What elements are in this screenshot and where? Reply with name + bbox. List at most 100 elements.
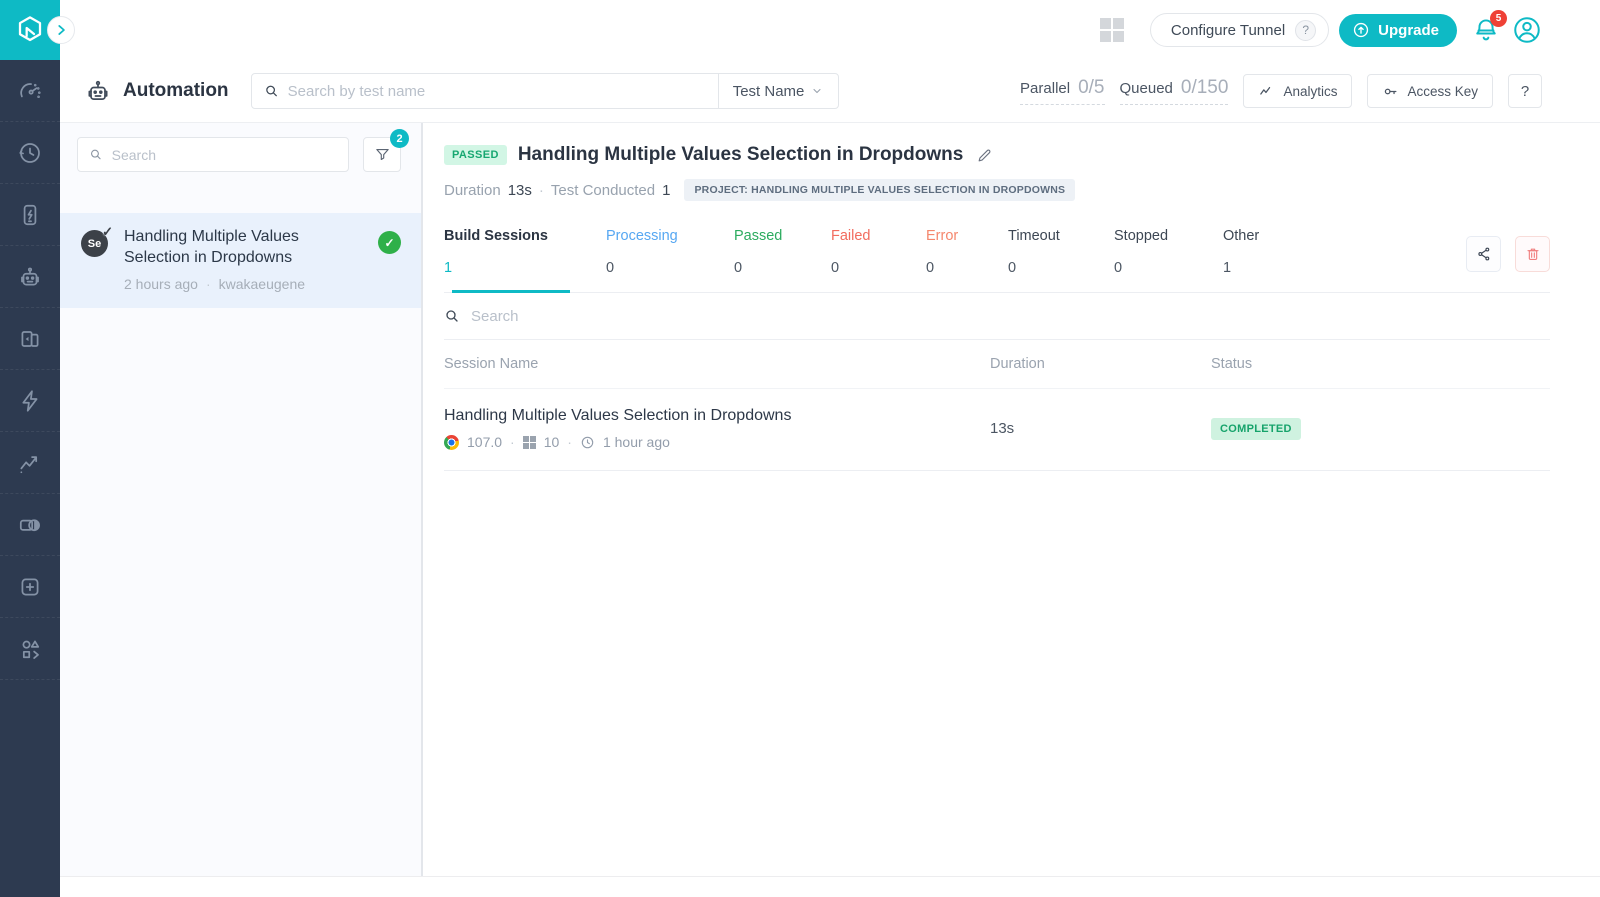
parallel-label: Parallel (1020, 80, 1071, 97)
sidebar-item-hyperexecute[interactable] (0, 370, 60, 432)
session-meta: 107.0 · 10 · 1 hour ago (444, 434, 990, 450)
sessions-tabs: Build Sessions 1 Processing 0 Passed 0 F… (444, 228, 1550, 293)
tunnel-help-icon[interactable]: ? (1295, 19, 1317, 41)
build-detail: PASSED Handling Multiple Values Selectio… (423, 123, 1600, 877)
visual-testing-icon (19, 518, 40, 531)
test-search-input[interactable] (287, 82, 706, 100)
tab-count: 0 (1008, 260, 1017, 276)
notifications-button[interactable]: 5 (1472, 10, 1507, 44)
access-key-button[interactable]: Access Key (1367, 74, 1493, 108)
tab-other[interactable]: Other 1 (1223, 228, 1283, 292)
sidebar-expand-button[interactable] (47, 16, 75, 44)
tests-search-field[interactable] (77, 137, 349, 172)
delete-build-button[interactable] (1515, 236, 1550, 272)
tab-label: Build Sessions (444, 228, 548, 244)
tab-label: Stopped (1114, 228, 1169, 244)
sidebar-item-realtime[interactable] (0, 122, 60, 184)
hyperexecute-bolt-icon (22, 389, 38, 412)
build-actions (1466, 236, 1550, 272)
chevron-right-icon (58, 25, 65, 35)
sidebar-item-visual[interactable] (0, 494, 60, 556)
help-button[interactable]: ? (1508, 74, 1542, 108)
tab-passed[interactable]: Passed 0 (734, 228, 831, 292)
sidebar-item-insights[interactable] (0, 432, 60, 494)
automation-dashboard: Configure Tunnel ? Upgrade 5 Automation … (0, 0, 1600, 897)
duration-value: 13s (507, 181, 532, 199)
sidebar-item-dashboard[interactable] (0, 60, 60, 122)
avatar-icon (1514, 17, 1540, 43)
search-icon (446, 310, 458, 322)
page-title: Automation (123, 80, 229, 101)
tab-label: Other (1223, 228, 1260, 244)
search-filter-dropdown[interactable]: Test Name (717, 74, 838, 108)
clock-icon (581, 436, 594, 448)
test-list-item-selected[interactable]: Se ✓ Handling Multiple Values Selection … (60, 213, 421, 308)
sessions-search-input[interactable] (471, 307, 1550, 325)
tab-error[interactable]: Error 0 (926, 228, 1008, 292)
search-filter-value: Test Name (732, 82, 805, 100)
trash-icon (1526, 248, 1539, 261)
configure-tunnel-button[interactable]: Configure Tunnel ? (1149, 13, 1330, 47)
tab-processing[interactable]: Processing 0 (606, 228, 734, 292)
tab-count: 0 (606, 260, 615, 276)
sidebar-item-responsive[interactable] (0, 308, 60, 370)
edit-title-button[interactable] (976, 147, 993, 164)
queued-value: 0/150 (1180, 77, 1229, 98)
session-time: 1 hour ago (602, 434, 670, 450)
tab-failed[interactable]: Failed 0 (831, 228, 926, 292)
top-bar: Configure Tunnel ? Upgrade 5 (60, 0, 1600, 60)
sidebar-item-app-testing[interactable] (0, 184, 60, 246)
session-status-cell: COMPLETED (1211, 417, 1550, 440)
tab-label: Passed (734, 228, 783, 244)
filter-count-badge: 2 (390, 129, 409, 148)
mobile-app-testing-icon (23, 204, 37, 225)
upgrade-button[interactable]: Upgrade (1339, 13, 1457, 47)
search-icon (90, 149, 101, 160)
test-item-body: Handling Multiple Values Selection in Dr… (124, 227, 362, 292)
selenium-icon: Se ✓ (81, 224, 113, 257)
build-meta-row: Duration 13s · Test Conducted 1 PROJECT:… (444, 179, 1550, 201)
dashboard-gauge-icon (20, 82, 41, 98)
tests-search-input[interactable] (111, 146, 337, 163)
sidebar-item-integrations[interactable] (0, 618, 60, 680)
parallel-stat[interactable]: Parallel 0/5 (1020, 77, 1105, 105)
column-duration: Duration (990, 356, 1045, 372)
session-name: Handling Multiple Values Selection in Dr… (444, 407, 792, 424)
automation-header: Automation Test Name Parallel 0/5 Queued… (60, 60, 1600, 123)
selenium-label: Se (87, 237, 102, 250)
notification-count-badge: 5 (1490, 10, 1507, 27)
tab-stopped[interactable]: Stopped 0 (1114, 228, 1223, 292)
lambdatest-logo-icon (18, 16, 42, 42)
analytics-button[interactable]: Analytics (1243, 74, 1353, 108)
apps-grid-icon[interactable] (1099, 18, 1124, 42)
test-item-user: kwakaeugene (218, 275, 306, 292)
sidebar-item-new-test[interactable] (0, 556, 60, 618)
meta-dot: · (205, 275, 211, 292)
share-button[interactable] (1466, 236, 1501, 272)
tab-label: Timeout (1008, 228, 1060, 244)
sessions-search-field[interactable] (444, 293, 1550, 340)
test-search-field[interactable] (252, 74, 718, 108)
tests-search-row: 2 (60, 123, 421, 172)
tab-build-sessions[interactable]: Build Sessions 1 (444, 228, 606, 293)
queued-label: Queued (1119, 80, 1173, 97)
session-row[interactable]: Handling Multiple Values Selection in Dr… (444, 389, 1550, 471)
duration-label: Duration (444, 181, 501, 199)
test-passed-check-icon: ✓ (378, 231, 401, 254)
queued-stat[interactable]: Queued 0/150 (1119, 77, 1229, 105)
tab-count: 1 (444, 260, 453, 276)
filter-button[interactable]: 2 (363, 129, 409, 172)
tab-count: 0 (734, 260, 743, 276)
account-avatar[interactable] (1512, 15, 1542, 45)
automation-robot-icon (21, 267, 39, 285)
meta-dot: · (567, 434, 572, 450)
analytics-trend-icon (1260, 86, 1271, 95)
realtime-clock-icon (19, 142, 40, 163)
insights-chart-icon (20, 455, 38, 473)
sidebar-item-automation[interactable] (0, 246, 60, 308)
meta-dot: · (538, 181, 544, 199)
tab-label: Failed (831, 228, 871, 244)
tab-timeout[interactable]: Timeout 0 (1008, 228, 1114, 292)
share-icon (1477, 247, 1489, 261)
responsive-screens-icon (21, 330, 39, 347)
